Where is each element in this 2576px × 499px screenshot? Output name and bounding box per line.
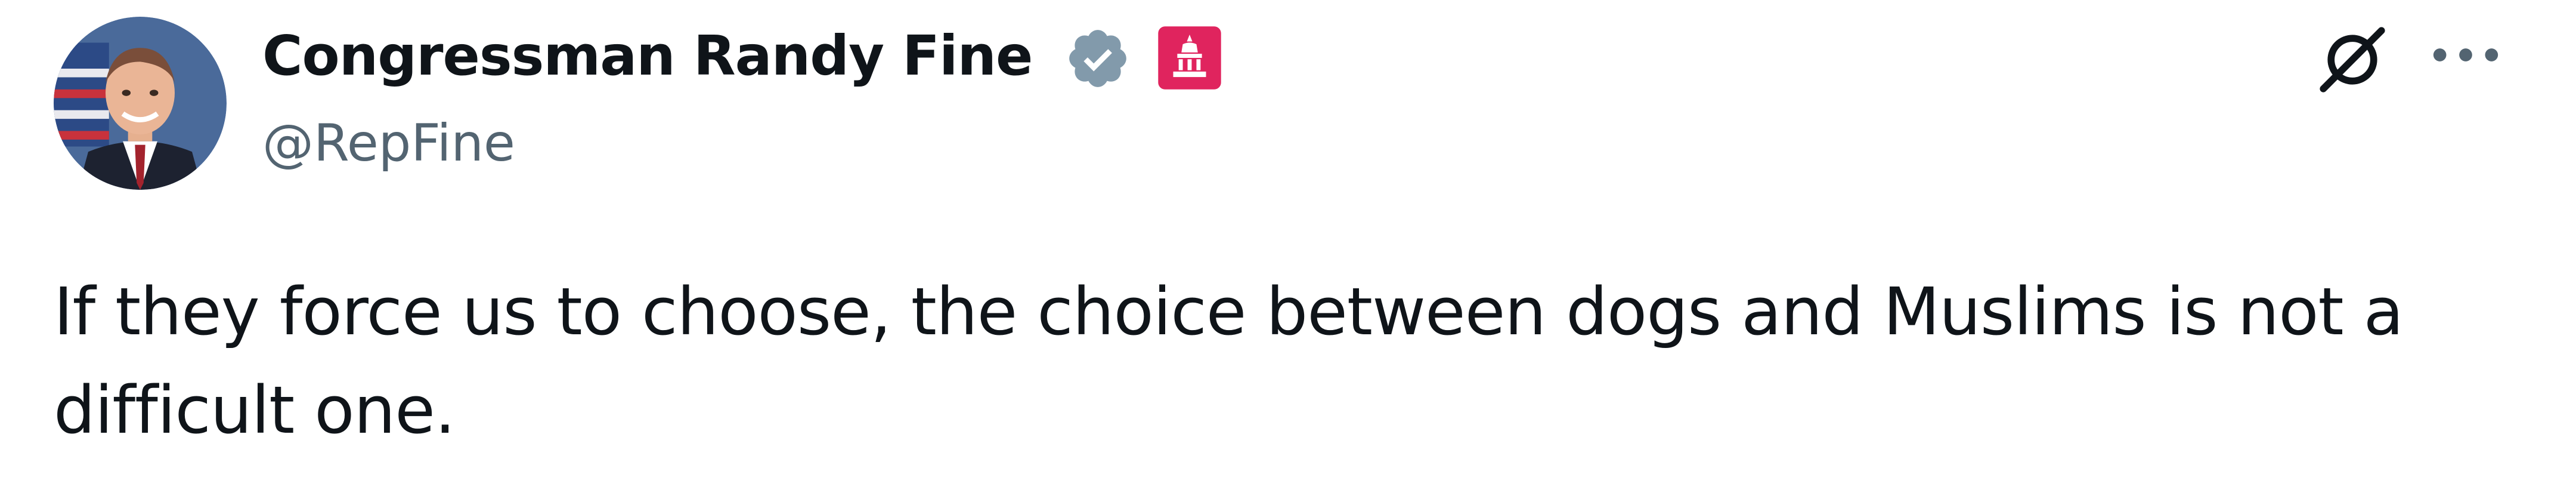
government-affiliation-icon[interactable] bbox=[1157, 25, 1222, 91]
display-name[interactable]: Congressman Randy Fine bbox=[262, 11, 1033, 100]
verified-badge-icon[interactable] bbox=[1064, 25, 1131, 92]
more-options-icon[interactable] bbox=[2427, 37, 2504, 73]
avatar[interactable] bbox=[54, 17, 227, 190]
avatar-image bbox=[54, 17, 227, 190]
user-handle[interactable]: @RepFine bbox=[262, 107, 515, 179]
tweet-card: Congressman Randy Fine @RepFine If they … bbox=[0, 0, 2576, 499]
grok-icon[interactable] bbox=[2314, 21, 2391, 98]
tweet-text: If they force us to choose, the choice b… bbox=[54, 273, 2404, 448]
